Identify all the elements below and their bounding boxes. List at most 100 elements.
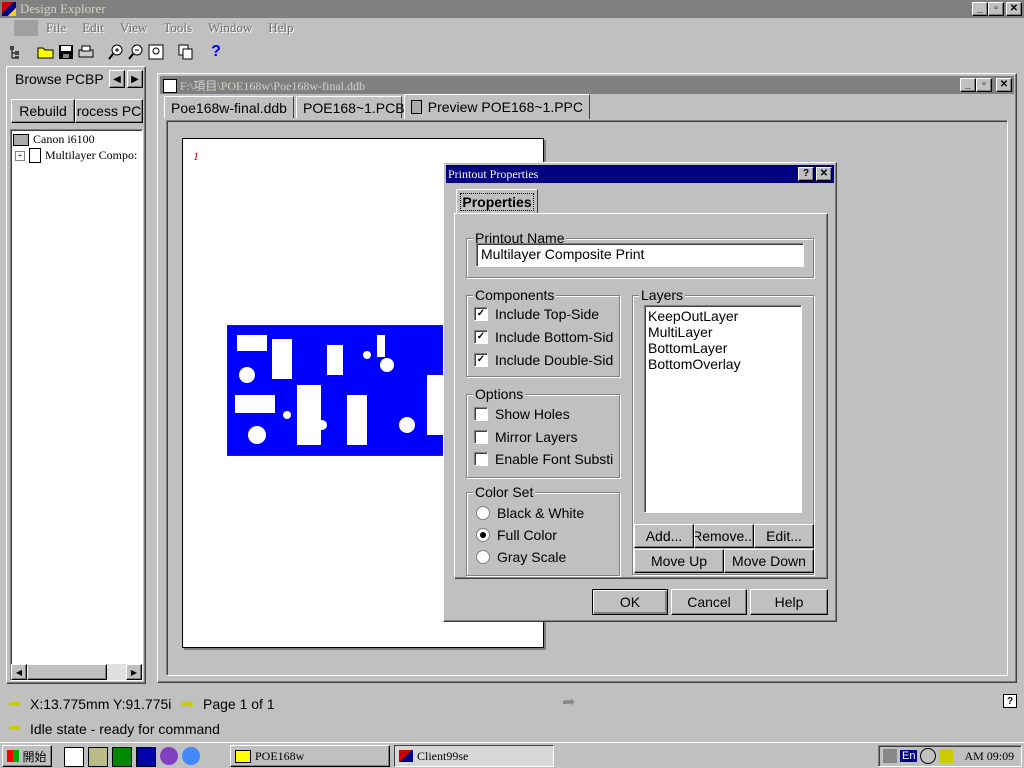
layer-item[interactable]: KeepOutLayer [645, 308, 801, 324]
document-icon [29, 148, 41, 163]
tray-ime-indicator[interactable]: En [900, 750, 918, 762]
layer-item[interactable]: BottomLayer [645, 340, 801, 356]
tab-ddb[interactable]: Poe168w-final.ddb [164, 96, 294, 118]
doc-path: F:\項目\POE168w\Poe168w-final.ddb [180, 79, 365, 93]
show-holes-checkbox[interactable]: Show Holes [474, 404, 618, 424]
gray-scale-radio-dot[interactable] [476, 550, 490, 564]
taskbar-task-poe168w[interactable]: POE168w [230, 745, 390, 767]
printer-icon [13, 133, 29, 146]
tab-properties[interactable]: Properties [456, 189, 538, 213]
tree-item-printer[interactable]: Canon i6100 [13, 132, 95, 147]
dialog-close-button[interactable]: ✕ [816, 167, 832, 181]
menu-system-box[interactable] [14, 20, 38, 36]
full-color-label: Full Color [497, 527, 557, 543]
tree-toggle-icon[interactable] [6, 42, 26, 62]
tray-volume-icon[interactable] [939, 749, 954, 763]
menu-file[interactable]: File [46, 20, 66, 36]
doc-minimize-button[interactable]: _ [960, 78, 976, 92]
add-layer-button[interactable]: Add... [634, 524, 694, 548]
black-white-radio[interactable]: Black & White [476, 503, 616, 523]
enable-font-substitution-box[interactable] [474, 452, 488, 466]
enable-font-substitution-checkbox[interactable]: Enable Font Substi [474, 449, 618, 469]
client99se-icon [399, 750, 413, 762]
quicklaunch-notepad-icon[interactable] [64, 747, 84, 767]
cancel-button[interactable]: Cancel [671, 589, 747, 615]
full-color-radio-dot[interactable] [476, 528, 490, 542]
scroll-right-button[interactable]: ▶ [126, 664, 142, 680]
tab-preview[interactable]: Preview POE168~1.PPC [404, 94, 590, 119]
open-folder-icon[interactable] [36, 42, 56, 62]
enable-font-substitution-label: Enable Font Substi [495, 451, 614, 467]
menu-help[interactable]: Help [268, 20, 293, 36]
gray-scale-radio[interactable]: Gray Scale [476, 547, 616, 567]
zoom-in-icon[interactable] [106, 42, 126, 62]
tree-item-printout-label: Multilayer Compo: [45, 148, 138, 162]
layers-list[interactable]: KeepOutLayer MultiLayer BottomLayer Bott… [644, 305, 802, 513]
ok-button[interactable]: OK [592, 589, 668, 615]
include-top-side-box[interactable]: ✓ [474, 307, 488, 321]
menu-view[interactable]: View [120, 20, 147, 36]
tray-network-icon[interactable] [883, 749, 897, 763]
quicklaunch-word-icon[interactable] [136, 747, 156, 767]
doc-close-button[interactable]: ✕ [996, 78, 1012, 92]
dialog-title: Printout Properties [448, 167, 539, 181]
dialog-help-button[interactable]: ? [798, 167, 814, 181]
horizontal-scrollbar[interactable]: ◀ ▶ [11, 664, 142, 680]
black-white-radio-dot[interactable] [476, 506, 490, 520]
scroll-left-button[interactable]: ◀ [11, 664, 27, 680]
show-holes-box[interactable] [474, 407, 488, 421]
tab-properties-label: Properties [460, 193, 534, 211]
quicklaunch-tools-icon[interactable] [88, 747, 108, 767]
mirror-layers-checkbox[interactable]: Mirror Layers [474, 427, 618, 447]
menu-tools[interactable]: Tools [163, 20, 192, 36]
printout-name-input[interactable]: Multilayer Composite Print [476, 243, 804, 267]
process-button[interactable]: rocess PC [75, 99, 143, 123]
app-close-button[interactable]: ✕ [1006, 2, 1022, 16]
printout-properties-dialog: Printout Properties ? ✕ Properties Print… [443, 162, 837, 622]
include-double-side-checkbox[interactable]: ✓ Include Double-Sid [474, 350, 618, 370]
zoom-fit-icon[interactable] [146, 42, 166, 62]
start-button[interactable]: 開始 [2, 745, 52, 767]
browse-prev-button[interactable]: ◀ [109, 70, 125, 88]
menu-window[interactable]: Window [208, 20, 252, 36]
tree-item-printer-label: Canon i6100 [33, 132, 95, 146]
windows-logo-icon [7, 750, 20, 762]
browse-next-button[interactable]: ▶ [127, 70, 143, 88]
remove-layer-button[interactable]: Remove... [694, 524, 754, 548]
move-up-button[interactable]: Move Up [634, 549, 724, 573]
layer-item[interactable]: BottomOverlay [645, 356, 801, 372]
help-icon[interactable]: ? [206, 42, 226, 62]
system-tray: En AM 09:09 [878, 745, 1022, 767]
tab-pcb[interactable]: POE168~1.PCB [296, 96, 405, 118]
scroll-thumb[interactable] [27, 664, 107, 680]
mirror-layers-box[interactable] [474, 430, 488, 444]
quicklaunch-excel-icon[interactable] [112, 747, 132, 767]
include-top-side-checkbox[interactable]: ✓ Include Top-Side [474, 304, 618, 324]
quicklaunch-app-icon[interactable] [160, 747, 178, 765]
help-button[interactable]: Help [750, 589, 828, 615]
menu-bar: File Edit View Tools Window Help [0, 18, 1024, 38]
include-bottom-side-checkbox[interactable]: ✓ Include Bottom-Sid [474, 327, 618, 347]
rebuild-button[interactable]: Rebuild [11, 99, 75, 123]
status-state: Idle state - ready for command [30, 721, 220, 737]
doc-maximize-button[interactable]: ▫ [976, 78, 992, 92]
tree-item-printout[interactable]: + Multilayer Compo: [15, 148, 137, 163]
full-color-radio[interactable]: Full Color [476, 525, 616, 545]
tray-settings-icon[interactable] [920, 748, 937, 764]
move-down-button[interactable]: Move Down [724, 549, 814, 573]
menu-edit[interactable]: Edit [82, 20, 104, 36]
edit-layer-button[interactable]: Edit... [754, 524, 814, 548]
quicklaunch-ie-icon[interactable] [182, 747, 200, 765]
app-maximize-button[interactable]: ▫ [988, 2, 1004, 16]
zoom-out-icon[interactable] [126, 42, 146, 62]
include-double-side-box[interactable]: ✓ [474, 353, 488, 367]
print-icon[interactable] [76, 42, 96, 62]
tree-expand-icon[interactable]: + [15, 150, 25, 161]
copy-icon[interactable] [176, 42, 196, 62]
save-icon[interactable] [56, 42, 76, 62]
layer-item[interactable]: MultiLayer [645, 324, 801, 340]
app-minimize-button[interactable]: _ [972, 2, 988, 16]
include-bottom-side-box[interactable]: ✓ [474, 330, 488, 344]
status-help-icon[interactable]: ? [1003, 694, 1017, 708]
taskbar-task-client99se[interactable]: Client99se [394, 745, 554, 767]
